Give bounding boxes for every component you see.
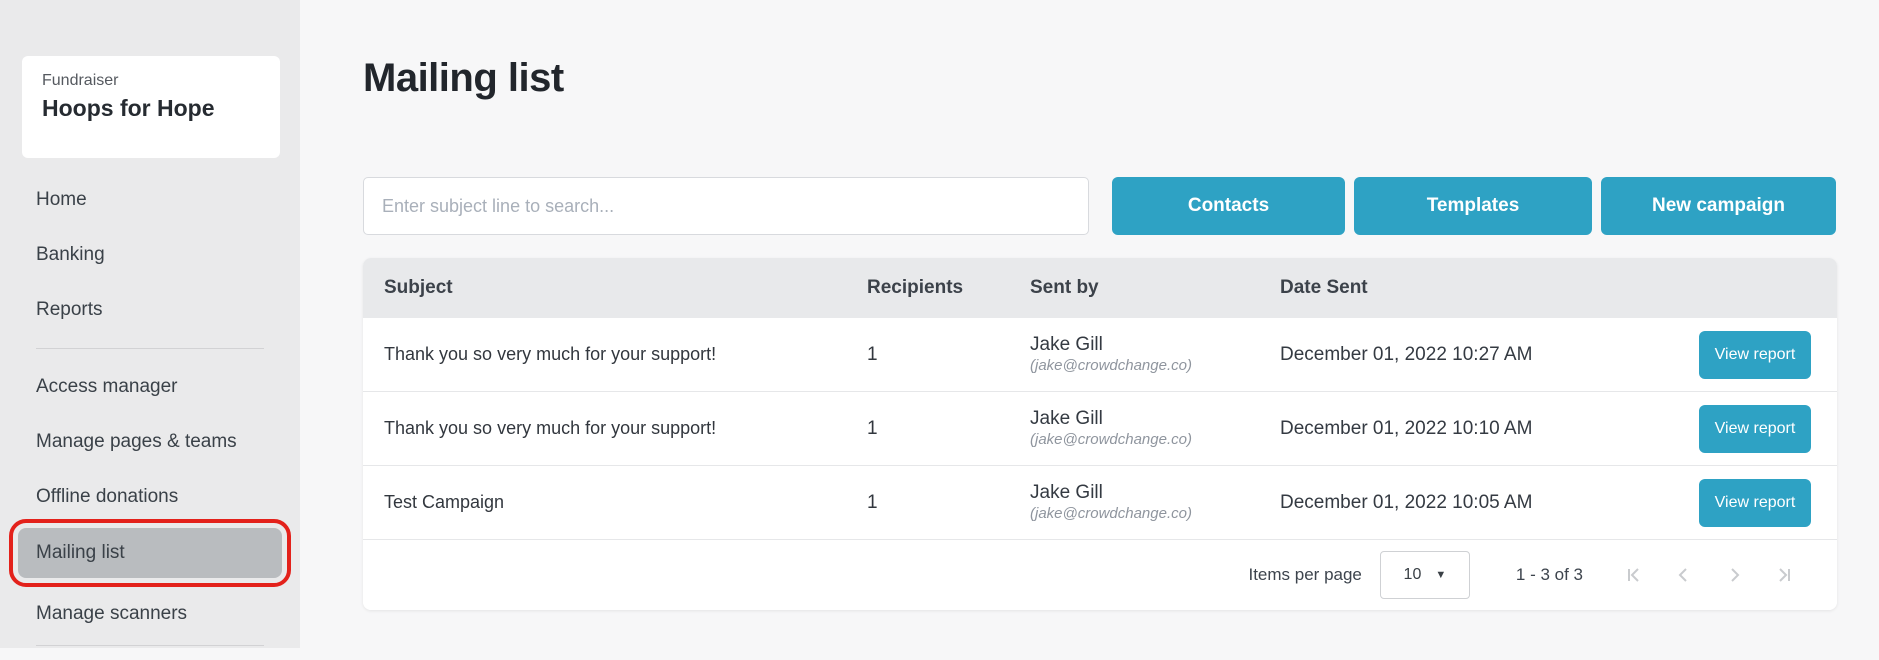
column-header-recipients: Recipients — [867, 277, 1030, 299]
column-header-subject: Subject — [363, 277, 867, 299]
cell-subject: Thank you so very much for your support! — [363, 344, 867, 365]
cell-recipients: 1 — [867, 418, 1030, 440]
column-header-date-sent: Date Sent — [1280, 277, 1699, 299]
view-report-button[interactable]: View report — [1699, 405, 1811, 453]
sidebar-item-reports[interactable]: Reports — [0, 286, 300, 334]
fundraiser-label: Fundraiser — [42, 72, 260, 90]
sidebar-item-manage-pages-teams[interactable]: Manage pages & teams — [0, 418, 300, 466]
items-per-page-value: 10 — [1404, 566, 1422, 584]
chevron-right-icon[interactable] — [1709, 553, 1759, 597]
sidebar-item-access-manager[interactable]: Access manager — [0, 363, 300, 411]
sidebar-divider — [36, 645, 264, 646]
sidebar: Fundraiser Hoops for Hope Home Banking R… — [0, 0, 300, 648]
table-row: Test Campaign 1 Jake Gill (jake@crowdcha… — [363, 466, 1837, 540]
sidebar-divider — [36, 348, 264, 349]
sender-email: (jake@crowdchange.co) — [1030, 356, 1280, 375]
cell-sent-by: Jake Gill (jake@crowdchange.co) — [1030, 482, 1280, 523]
controls-row: Contacts Templates New campaign — [363, 177, 1836, 235]
items-per-page-label: Items per page — [1248, 565, 1361, 585]
last-page-icon[interactable] — [1759, 553, 1809, 597]
table-row: Thank you so very much for your support!… — [363, 392, 1837, 466]
cell-sent-by: Jake Gill (jake@crowdchange.co) — [1030, 408, 1280, 449]
table-row: Thank you so very much for your support!… — [363, 318, 1837, 392]
sidebar-item-offline-donations[interactable]: Offline donations — [0, 473, 300, 521]
sender-email: (jake@crowdchange.co) — [1030, 504, 1280, 523]
sidebar-nav: Home Banking Reports Access manager Mana… — [0, 176, 300, 660]
pagination-bar: Items per page 10 ▼ 1 - 3 of 3 — [363, 540, 1837, 610]
cell-recipients: 1 — [867, 344, 1030, 366]
cell-date-sent: December 01, 2022 10:27 AM — [1280, 344, 1699, 366]
cell-recipients: 1 — [867, 492, 1030, 514]
mailing-list-table: Subject Recipients Sent by Date Sent Tha… — [363, 258, 1837, 610]
sender-email: (jake@crowdchange.co) — [1030, 430, 1280, 449]
cell-date-sent: December 01, 2022 10:05 AM — [1280, 492, 1699, 514]
fundraiser-name: Hoops for Hope — [42, 95, 260, 122]
items-per-page-select[interactable]: 10 ▼ — [1380, 551, 1470, 599]
contacts-button[interactable]: Contacts — [1112, 177, 1345, 235]
chevron-left-icon[interactable] — [1659, 553, 1709, 597]
view-report-button[interactable]: View report — [1699, 479, 1811, 527]
search-input[interactable] — [363, 177, 1089, 235]
fundraiser-card: Fundraiser Hoops for Hope — [22, 56, 280, 158]
pager-controls — [1609, 553, 1809, 597]
sidebar-item-banking[interactable]: Banking — [0, 231, 300, 279]
chevron-down-icon: ▼ — [1435, 569, 1446, 581]
templates-button[interactable]: Templates — [1354, 177, 1592, 235]
cell-sent-by: Jake Gill (jake@crowdchange.co) — [1030, 334, 1280, 375]
sidebar-item-manage-scanners[interactable]: Manage scanners — [0, 590, 300, 638]
column-header-sent-by: Sent by — [1030, 277, 1280, 299]
sender-name: Jake Gill — [1030, 408, 1280, 430]
sidebar-item-home[interactable]: Home — [0, 176, 300, 224]
new-campaign-button[interactable]: New campaign — [1601, 177, 1836, 235]
cell-subject: Thank you so very much for your support! — [363, 418, 867, 439]
pagination-range-label: 1 - 3 of 3 — [1516, 565, 1583, 585]
sidebar-item-mailing-list[interactable]: Mailing list — [18, 528, 282, 578]
sender-name: Jake Gill — [1030, 334, 1280, 356]
cell-subject: Test Campaign — [363, 492, 867, 513]
sender-name: Jake Gill — [1030, 482, 1280, 504]
page-title: Mailing list — [363, 56, 564, 101]
view-report-button[interactable]: View report — [1699, 331, 1811, 379]
main-content: Mailing list Contacts Templates New camp… — [300, 0, 1879, 648]
table-header-row: Subject Recipients Sent by Date Sent — [363, 258, 1837, 318]
cell-date-sent: December 01, 2022 10:10 AM — [1280, 418, 1699, 440]
first-page-icon[interactable] — [1609, 553, 1659, 597]
